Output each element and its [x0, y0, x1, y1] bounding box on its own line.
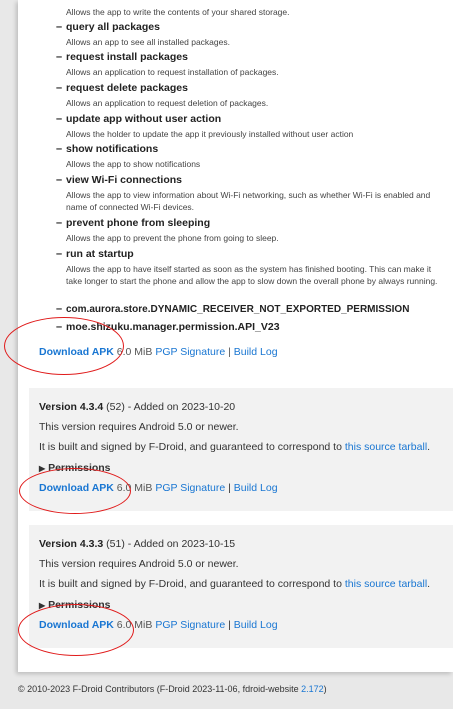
build-log-link[interactable]: Build Log — [234, 482, 278, 494]
pgp-signature-link[interactable]: PGP Signature — [155, 346, 225, 358]
dash-icon: – — [56, 143, 63, 155]
permission-desc: Allows an app to see all installed packa… — [66, 37, 230, 47]
permission-desc: Allows the app to show notifications — [66, 159, 201, 169]
permission-desc: Allows an application to request install… — [66, 67, 279, 77]
build-note-end: . — [427, 578, 431, 590]
build-note-text: It is built and signed by F-Droid, and g… — [39, 441, 342, 453]
build-log-link[interactable]: Build Log — [234, 346, 278, 358]
permission-title: moe.shizuku.manager.permission.API_V23 — [66, 321, 280, 333]
triangle-right-icon: ▶ — [39, 601, 46, 610]
download-apk-link[interactable]: Download APK — [39, 346, 114, 358]
separator: | — [228, 346, 231, 358]
version-meta: (52) - Added on 2023-10-20 — [106, 401, 236, 413]
permission-title: com.aurora.store.DYNAMIC_RECEIVER_NOT_EX… — [66, 304, 410, 315]
version-requirement: This version requires Android 5.0 or new… — [39, 421, 239, 433]
version-build-note: It is built and signed by F-Droid, and g… — [39, 441, 430, 454]
footer-close: ) — [323, 684, 327, 694]
dash-icon: – — [56, 174, 63, 186]
permission-title: query all packages — [66, 21, 160, 33]
version-label: Version 4.3.4 — [39, 401, 104, 413]
website-version-link[interactable]: 2.172 — [301, 684, 324, 694]
build-note-end: . — [427, 441, 431, 453]
version-card: Version 4.3.3 (51) - Added on 2023-10-15… — [29, 525, 453, 648]
build-log-link[interactable]: Build Log — [234, 619, 278, 631]
site-footer: © 2010-2023 F-Droid Contributors (F-Droi… — [18, 683, 327, 695]
permission-title: prevent phone from sleeping — [66, 217, 211, 229]
download-row: Download APK 6.0 MiB PGP Signature | Bui… — [39, 482, 278, 495]
download-apk-link[interactable]: Download APK — [39, 482, 114, 494]
download-row: Download APK 6.0 MiB PGP Signature | Bui… — [39, 619, 278, 632]
apk-size: 6.0 MiB — [116, 346, 153, 358]
permission-title: update app without user action — [66, 113, 222, 125]
pgp-signature-link[interactable]: PGP Signature — [155, 619, 225, 631]
apk-size: 6.0 MiB — [116, 619, 153, 631]
permission-desc: Allows the app to write the contents of … — [66, 7, 290, 17]
dash-icon: – — [56, 21, 63, 33]
source-tarball-link[interactable]: this source tarball — [345, 578, 427, 590]
dash-icon: – — [56, 248, 63, 260]
version-card: Version 4.3.4 (52) - Added on 2023-10-20… — [29, 388, 453, 511]
separator: | — [228, 619, 231, 631]
dash-icon: – — [56, 303, 63, 315]
version-heading: Version 4.3.4 (52) - Added on 2023-10-20 — [39, 401, 235, 414]
permissions-toggle[interactable]: ▶ Permissions — [39, 462, 111, 475]
permission-desc: Allows the app to view information about… — [66, 190, 431, 212]
permissions-toggle[interactable]: ▶ Permissions — [39, 599, 111, 612]
dash-icon: – — [56, 321, 63, 333]
download-row: Download APK 6.0 MiB PGP Signature | Bui… — [39, 346, 278, 359]
footer-text: © 2010-2023 F-Droid Contributors (F-Droi… — [18, 684, 299, 694]
permission-title: request delete packages — [66, 82, 188, 94]
download-apk-link[interactable]: Download APK — [39, 619, 114, 631]
permission-title: show notifications — [66, 143, 159, 155]
version-label: Version 4.3.3 — [39, 538, 104, 550]
permission-title: request install packages — [66, 51, 188, 63]
dash-icon: – — [56, 82, 63, 94]
permission-title: run at startup — [66, 248, 134, 260]
source-tarball-link[interactable]: this source tarball — [345, 441, 427, 453]
dash-icon: – — [56, 113, 63, 125]
permissions-toggle-label: Permissions — [48, 599, 111, 611]
version-requirement: This version requires Android 5.0 or new… — [39, 558, 239, 570]
separator: | — [228, 482, 231, 494]
permission-desc: Allows an application to request deletio… — [66, 98, 269, 108]
permission-desc: Allows the app to prevent the phone from… — [66, 233, 279, 243]
dash-icon: – — [56, 51, 63, 63]
apk-size: 6.0 MiB — [116, 482, 153, 494]
triangle-right-icon: ▶ — [39, 464, 46, 473]
version-build-note: It is built and signed by F-Droid, and g… — [39, 578, 430, 591]
version-heading: Version 4.3.3 (51) - Added on 2023-10-15 — [39, 538, 235, 551]
pgp-signature-link[interactable]: PGP Signature — [155, 482, 225, 494]
dash-icon: – — [56, 217, 63, 229]
permission-desc: Allows the app to have itself started as… — [66, 264, 438, 286]
build-note-text: It is built and signed by F-Droid, and g… — [39, 578, 342, 590]
permission-title: view Wi-Fi connections — [66, 174, 183, 186]
permission-desc: Allows the holder to update the app it p… — [66, 129, 354, 139]
version-meta: (51) - Added on 2023-10-15 — [106, 538, 236, 550]
permissions-toggle-label: Permissions — [48, 462, 111, 474]
